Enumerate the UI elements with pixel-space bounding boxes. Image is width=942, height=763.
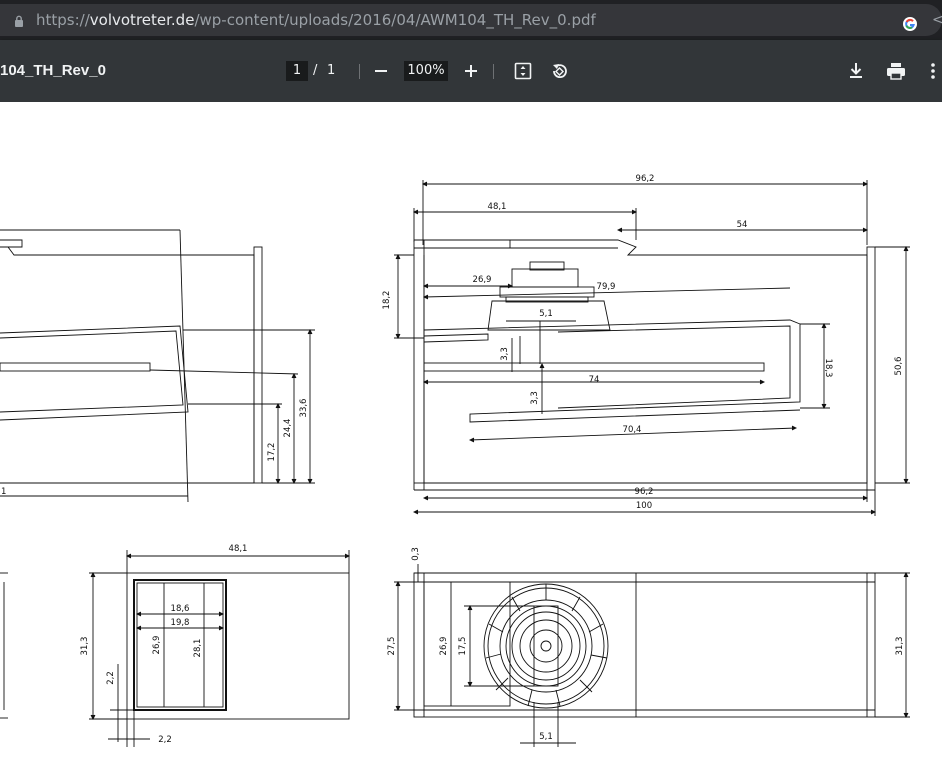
lock-icon[interactable]	[14, 15, 24, 27]
url-path: /wp-content/uploads/2016/04/AWM104_TH_Re…	[194, 11, 596, 29]
front-view	[394, 564, 910, 747]
side-view-right	[394, 180, 910, 516]
page-number-input[interactable]: 1	[286, 61, 308, 81]
page-total: 1	[327, 63, 336, 78]
end-view-port	[89, 550, 351, 747]
dim-1: 1	[1, 487, 6, 497]
dim-50-6: 50,6	[894, 357, 904, 376]
dim-48-1: 48,1	[488, 202, 507, 212]
dim-31-3: 31,3	[80, 637, 90, 656]
dim-18-3: 18,3	[823, 359, 833, 378]
dim-26-9: 26,9	[473, 275, 492, 285]
dim-96-2-top: 96,2	[636, 174, 655, 184]
dim-3-3-a: 3,3	[500, 347, 510, 361]
dim-5-1: 5,1	[539, 309, 553, 319]
url-scheme: https://	[36, 11, 90, 29]
dim-18-6: 18,6	[171, 604, 190, 614]
front-view-labels: 0,3 27,5 26,9 17,5 31,3 5,1	[387, 547, 905, 742]
rotate-icon[interactable]	[550, 61, 570, 81]
technical-drawing: 17,2 24,4 33,6 1 96,2 48,1 54 26,9 79,9 …	[0, 174, 910, 747]
share-icon[interactable]: <	[932, 12, 942, 28]
dim-17-5: 17,5	[458, 637, 468, 656]
dim-28-1: 28,1	[193, 639, 203, 658]
zoom-out-icon[interactable]	[374, 65, 388, 77]
side-view-right-labels: 96,2 48,1 54 26,9 79,9 18,2 5,1 3,3 74 3…	[382, 174, 904, 511]
google-lens-icon[interactable]	[902, 16, 918, 32]
pdf-toolbar: 104_TH_Rev_0 1 / 1 100%	[0, 40, 942, 102]
dim-0-3: 0,3	[411, 547, 421, 561]
print-icon[interactable]	[886, 62, 906, 80]
page-separator: /	[313, 63, 318, 78]
dim-74: 74	[589, 375, 600, 385]
dim-2-2-vertical: 2,2	[106, 671, 116, 685]
zoom-in-icon[interactable]	[464, 64, 478, 78]
dim-26-9-c: 26,9	[439, 637, 449, 656]
download-icon[interactable]	[848, 62, 864, 80]
dim-54: 54	[737, 220, 748, 230]
more-actions-icon[interactable]	[930, 62, 936, 80]
dim-26-9-b: 26,9	[152, 636, 162, 655]
end-view-left-fragment	[0, 572, 8, 719]
document-title: 104_TH_Rev_0	[0, 62, 106, 79]
dim-17-2: 17,2	[267, 443, 277, 462]
dim-2-2-horizontal: 2,2	[158, 735, 172, 745]
dim-70-4: 70,4	[623, 425, 642, 435]
dim-3-3-b: 3,3	[530, 391, 540, 405]
zoom-level-input[interactable]: 100%	[404, 61, 448, 81]
dim-33-6: 33,6	[299, 399, 309, 418]
pdf-page: 17,2 24,4 33,6 1 96,2 48,1 54 26,9 79,9 …	[0, 102, 942, 759]
toolbar-divider	[359, 64, 360, 79]
dim-79-9: 79,9	[597, 282, 616, 292]
dim-27-5: 27,5	[387, 637, 397, 656]
dim-18-2: 18,2	[382, 291, 392, 310]
url-host: volvotreter.de	[89, 11, 195, 29]
fit-to-page-icon[interactable]	[514, 62, 532, 80]
dim-31-3-b: 31,3	[895, 637, 905, 656]
dim-19-8: 19,8	[171, 618, 190, 628]
dim-48-1-b: 48,1	[229, 544, 248, 554]
omnibox[interactable]: https://volvotreter.de/wp-content/upload…	[0, 4, 942, 36]
dim-96-2-bottom: 96,2	[635, 487, 654, 497]
dim-24-4: 24,4	[283, 419, 293, 438]
url-text[interactable]: https://volvotreter.de/wp-content/upload…	[36, 4, 596, 36]
browser-address-bar: https://volvotreter.de/wp-content/upload…	[0, 0, 942, 40]
toolbar-divider	[493, 64, 494, 79]
dim-100: 100	[636, 501, 652, 511]
dim-5-1-b: 5,1	[539, 732, 553, 742]
